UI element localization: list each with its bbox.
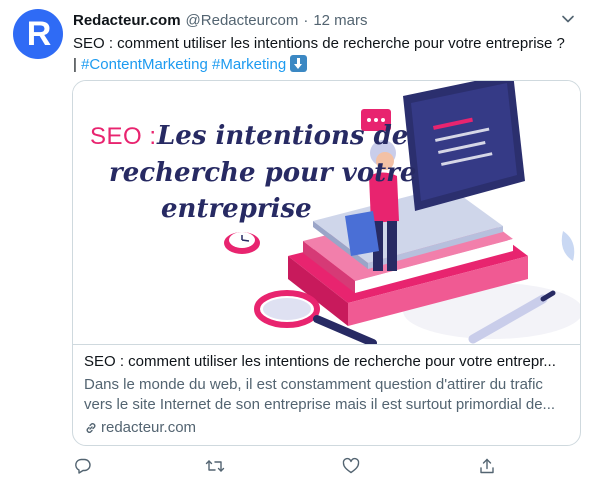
card-title[interactable]: SEO : comment utiliser les intentions de… <box>84 352 574 372</box>
card-domain-text: redacteur.com <box>101 419 197 436</box>
card-body: SEO : comment utiliser les intentions de… <box>84 352 574 438</box>
hashtag-contentmarketing[interactable]: #ContentMarketing <box>81 56 208 73</box>
separator-dot: · <box>303 11 309 29</box>
avatar-letter: R <box>26 15 52 53</box>
card-image[interactable]: SEO : Les intentions de recherche pour v… <box>73 81 580 345</box>
down-arrow-emoji-icon <box>290 55 308 72</box>
card-image-seo-label: SEO : <box>90 123 157 150</box>
card-description: Dans le monde du web, il est constamment… <box>84 375 574 415</box>
card-image-headline-line3: entreprise <box>161 194 312 224</box>
card-domain[interactable]: redacteur.com <box>84 418 574 438</box>
tweet-pipe: | <box>73 56 77 73</box>
tweet-actions <box>72 455 502 477</box>
card-image-headline-line2: recherche pour votre <box>109 158 417 188</box>
tweet-header: Redacteur.com @Redacteurcom · 12 mars <box>73 9 580 31</box>
share-icon[interactable] <box>476 455 498 477</box>
avatar[interactable]: R <box>13 9 63 59</box>
tweet-text: SEO : comment utiliser les intentions de… <box>73 33 583 75</box>
tweet-body: SEO : comment utiliser les intentions de… <box>73 35 565 52</box>
link-card[interactable]: SEO : Les intentions de recherche pour v… <box>72 80 581 446</box>
hashtag-marketing[interactable]: #Marketing <box>212 56 286 73</box>
card-image-headline-line1: Les intentions de <box>157 121 409 151</box>
author-name[interactable]: Redacteur.com <box>73 12 181 29</box>
card-description-line1: Dans le monde du web, il est constamment… <box>84 376 543 393</box>
retweet-icon[interactable] <box>204 455 226 477</box>
tweet-date[interactable]: 12 mars <box>313 12 367 29</box>
author-handle[interactable]: @Redacteurcom <box>186 12 299 29</box>
reply-icon[interactable] <box>72 455 94 477</box>
chevron-down-icon[interactable] <box>560 11 576 27</box>
link-icon <box>86 423 96 433</box>
like-icon[interactable] <box>340 455 362 477</box>
card-description-line2: vers le site Internet de son entreprise … <box>84 396 556 413</box>
